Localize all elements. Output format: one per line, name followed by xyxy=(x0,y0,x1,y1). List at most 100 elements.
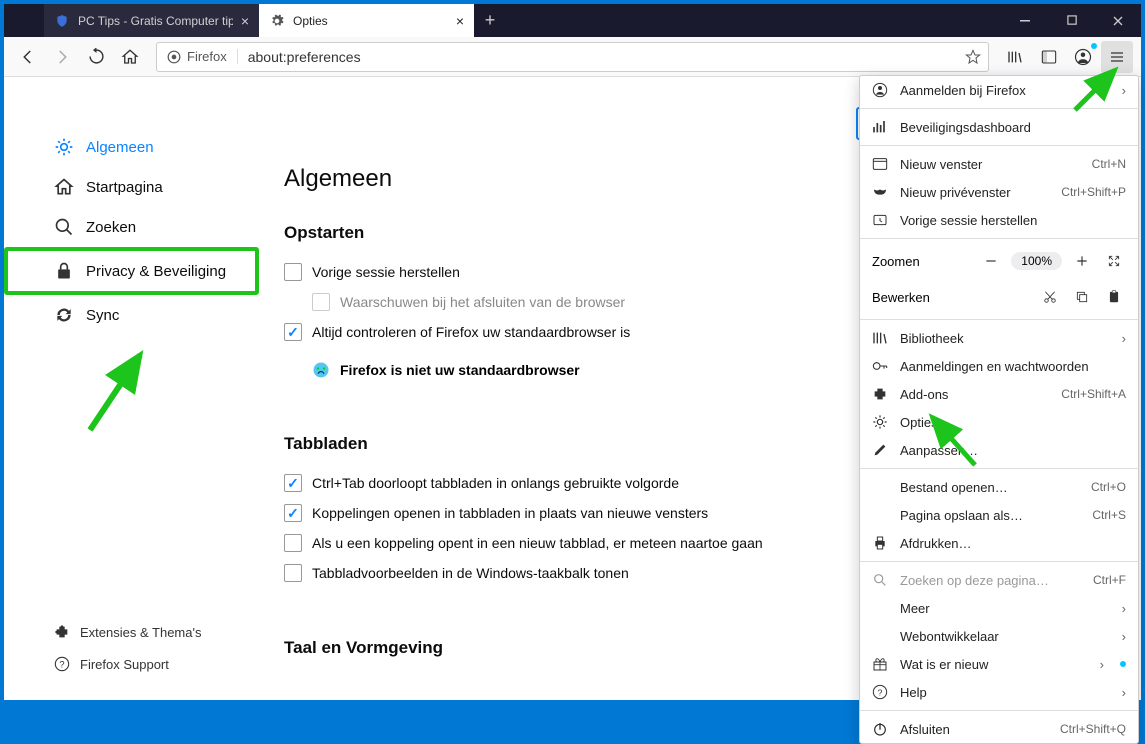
menu-separator xyxy=(860,561,1138,562)
cut-button[interactable] xyxy=(1038,285,1062,309)
sidebar-item-sync[interactable]: Sync xyxy=(4,295,259,335)
brush-icon xyxy=(872,442,888,458)
fullscreen-button[interactable] xyxy=(1102,249,1126,273)
new-tab-button[interactable]: + xyxy=(474,4,506,37)
checkbox[interactable] xyxy=(284,504,302,522)
library-icon xyxy=(872,330,888,346)
menu-whatsnew[interactable]: Wat is er nieuw › xyxy=(860,650,1138,678)
menu-logins[interactable]: Aanmeldingen en wachtwoorden xyxy=(860,352,1138,380)
forward-button[interactable] xyxy=(46,41,78,73)
zoom-in-button[interactable] xyxy=(1070,249,1094,273)
menu-customize[interactable]: Aanpassen… xyxy=(860,436,1138,464)
chevron-right-icon: › xyxy=(1122,83,1126,98)
navigation-toolbar: Firefox xyxy=(4,37,1141,77)
menu-separator xyxy=(860,108,1138,109)
close-icon[interactable]: × xyxy=(456,13,464,29)
app-menu-button[interactable] xyxy=(1101,41,1133,73)
key-icon xyxy=(872,358,888,374)
close-icon[interactable]: × xyxy=(241,13,249,29)
svg-text:?: ? xyxy=(59,659,64,669)
url-input[interactable] xyxy=(238,49,958,65)
zoom-out-button[interactable] xyxy=(979,249,1003,273)
menu-addons[interactable]: Add-ons Ctrl+Shift+A xyxy=(860,380,1138,408)
home-button[interactable] xyxy=(114,41,146,73)
option-label: Koppelingen openen in tabbladen in plaat… xyxy=(312,505,708,521)
menu-more[interactable]: Meer › xyxy=(860,594,1138,622)
menu-library[interactable]: Bibliotheek › xyxy=(860,324,1138,352)
menu-separator xyxy=(860,238,1138,239)
close-window-button[interactable] xyxy=(1095,4,1141,37)
menu-open-file[interactable]: Bestand openen… Ctrl+O xyxy=(860,473,1138,501)
menu-label: Bibliotheek xyxy=(900,331,1110,346)
menu-new-private[interactable]: Nieuw privévenster Ctrl+Shift+P xyxy=(860,178,1138,206)
sidebar-label: Startpagina xyxy=(86,179,163,196)
menu-zoom-row: Zoomen 100% xyxy=(860,243,1138,279)
menu-label: Webontwikkelaar xyxy=(900,629,1110,644)
identity-box[interactable]: Firefox xyxy=(157,49,238,64)
sidebar-button[interactable] xyxy=(1033,41,1065,73)
app-menu-panel: Aanmelden bij Firefox › Beveiligingsdash… xyxy=(859,75,1139,744)
checkbox[interactable] xyxy=(284,263,302,281)
identity-label: Firefox xyxy=(187,49,227,64)
sidebar-item-search[interactable]: Zoeken xyxy=(4,207,259,247)
gear-favicon xyxy=(269,13,285,29)
checkbox[interactable] xyxy=(284,323,302,341)
notification-dot xyxy=(1120,661,1126,667)
menu-label: Afsluiten xyxy=(900,722,1048,737)
paste-button[interactable] xyxy=(1102,285,1126,309)
back-button[interactable] xyxy=(12,41,44,73)
sidebar-item-general[interactable]: Algemeen xyxy=(4,127,259,167)
menu-edit-row: Bewerken xyxy=(860,279,1138,315)
url-bar[interactable]: Firefox xyxy=(156,42,989,72)
checkbox xyxy=(312,293,330,311)
help-icon: ? xyxy=(872,684,888,700)
menu-shortcut: Ctrl+F xyxy=(1093,573,1126,587)
shield-favicon xyxy=(54,13,70,29)
checkbox[interactable] xyxy=(284,474,302,492)
menu-help[interactable]: ? Help › xyxy=(860,678,1138,706)
sidebar-item-support[interactable]: ? Firefox Support xyxy=(4,648,259,680)
menu-label: Aanmeldingen en wachtwoorden xyxy=(900,359,1126,374)
tab-options[interactable]: Opties × xyxy=(259,4,474,37)
firefox-icon xyxy=(167,50,181,64)
sidebar-item-extensions[interactable]: Extensies & Thema's xyxy=(4,616,259,648)
sidebar-item-privacy[interactable]: Privacy & Beveiliging xyxy=(4,247,259,295)
option-label: Altijd controleren of Firefox uw standaa… xyxy=(312,324,630,340)
menu-dashboard[interactable]: Beveiligingsdashboard xyxy=(860,113,1138,141)
zoom-value: 100% xyxy=(1011,252,1062,270)
menu-find[interactable]: Zoeken op deze pagina… Ctrl+F xyxy=(860,566,1138,594)
tab-pctips[interactable]: PC Tips - Gratis Computer tips × xyxy=(44,4,259,37)
sad-face-icon xyxy=(312,361,330,379)
account-icon xyxy=(872,82,888,98)
search-icon xyxy=(54,217,74,237)
zoom-label: Zoomen xyxy=(872,254,971,269)
menu-webdev[interactable]: Webontwikkelaar › xyxy=(860,622,1138,650)
gift-icon xyxy=(872,656,888,672)
menu-signin[interactable]: Aanmelden bij Firefox › xyxy=(860,76,1138,104)
menu-separator xyxy=(860,710,1138,711)
notification-dot xyxy=(1091,43,1097,49)
minimize-button[interactable] xyxy=(1003,4,1049,37)
menu-options[interactable]: Opties xyxy=(860,408,1138,436)
menu-new-window[interactable]: Nieuw venster Ctrl+N xyxy=(860,150,1138,178)
menu-shortcut: Ctrl+O xyxy=(1091,480,1126,494)
menu-print[interactable]: Afdrukken… xyxy=(860,529,1138,557)
copy-button[interactable] xyxy=(1070,285,1094,309)
menu-label: Beveiligingsdashboard xyxy=(900,120,1126,135)
reload-button[interactable] xyxy=(80,41,112,73)
bookmark-star-button[interactable] xyxy=(958,49,988,65)
menu-quit[interactable]: Afsluiten Ctrl+Shift+Q xyxy=(860,715,1138,743)
menu-separator xyxy=(860,145,1138,146)
checkbox[interactable] xyxy=(284,534,302,552)
checkbox[interactable] xyxy=(284,564,302,582)
menu-restore-session[interactable]: Vorige sessie herstellen xyxy=(860,206,1138,234)
gear-icon xyxy=(54,137,74,157)
library-button[interactable] xyxy=(999,41,1031,73)
maximize-button[interactable] xyxy=(1049,4,1095,37)
menu-shortcut: Ctrl+Shift+Q xyxy=(1060,722,1126,736)
menu-label: Wat is er nieuw xyxy=(900,657,1088,672)
sidebar-item-home[interactable]: Startpagina xyxy=(4,167,259,207)
account-button[interactable] xyxy=(1067,41,1099,73)
chevron-right-icon: › xyxy=(1122,629,1126,644)
menu-save-page[interactable]: Pagina opslaan als… Ctrl+S xyxy=(860,501,1138,529)
